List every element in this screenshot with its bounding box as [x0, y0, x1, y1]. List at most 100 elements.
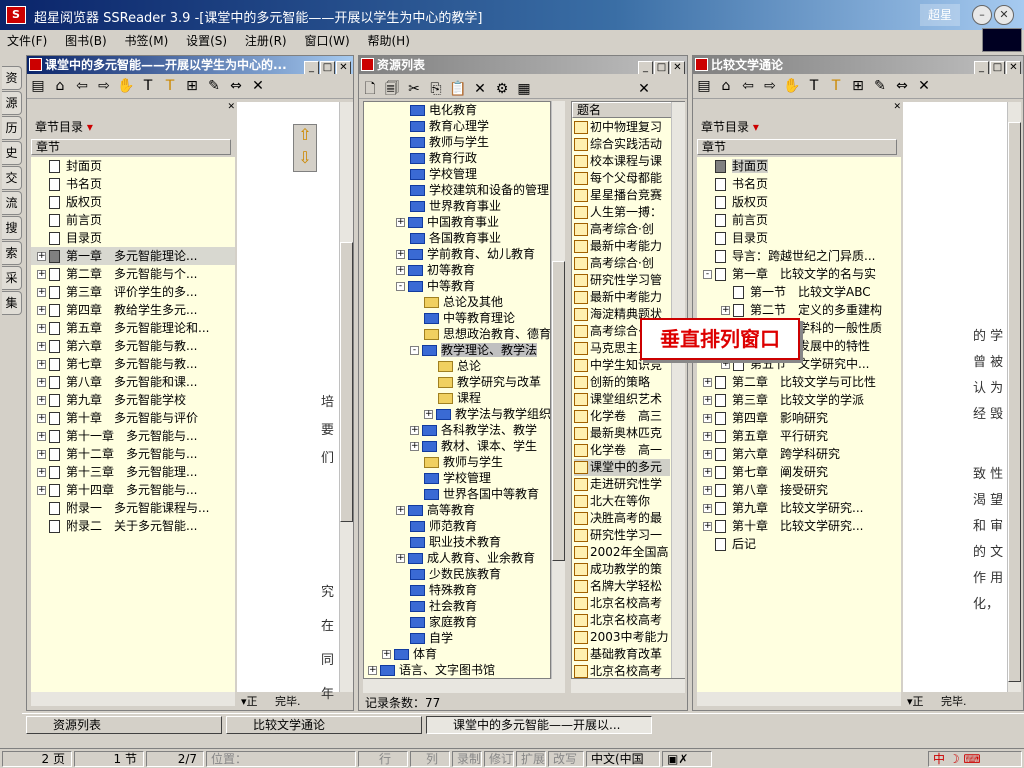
toc-item[interactable]: 附录一 多元智能课程与...: [31, 499, 235, 517]
expand-icon[interactable]: +: [410, 442, 419, 451]
close-button[interactable]: ✕: [670, 61, 685, 74]
toc-item[interactable]: 后记: [697, 535, 901, 553]
tree-vertical-scrollbar[interactable]: [551, 101, 565, 679]
book-list-item[interactable]: 课堂组织艺术: [574, 391, 670, 408]
toc-item[interactable]: 前言页: [697, 211, 901, 229]
close-button[interactable]: ✕: [1006, 61, 1021, 74]
vertical-scrollbar-3[interactable]: [1007, 102, 1021, 692]
toc-toggle-icon[interactable]: ▤: [29, 78, 47, 94]
book-list-item[interactable]: 高考综合·创: [574, 221, 670, 238]
category-item[interactable]: 学校管理: [364, 470, 550, 486]
category-item[interactable]: 课程: [364, 390, 550, 406]
book-list-item[interactable]: 最新中考能力: [574, 238, 670, 255]
expand-icon[interactable]: +: [396, 506, 405, 515]
expand-icon[interactable]: +: [37, 486, 46, 495]
resource-list-title[interactable]: 资源列表 _ □ ✕: [359, 56, 687, 74]
book-list-item[interactable]: 2003中考能力: [574, 629, 670, 646]
text-tool-icon[interactable]: T: [139, 78, 157, 94]
hand-tool-icon[interactable]: ✋: [117, 78, 135, 94]
toc-item[interactable]: + 第六章 跨学科研究: [697, 445, 901, 463]
bookmark-icon[interactable]: ✎: [205, 78, 223, 94]
text-select-icon[interactable]: T: [827, 78, 845, 94]
toc-item[interactable]: + 第三章 评价学生的多...: [31, 283, 235, 301]
list-horizontal-scrollbar[interactable]: [571, 679, 685, 693]
book-list-item[interactable]: 北京名校高考: [574, 663, 670, 680]
book-window-1-title[interactable]: 课堂中的多元智能——开展以学生为中心的... _ □ ✕: [27, 56, 353, 74]
paste-icon[interactable]: 📋: [449, 81, 467, 97]
tree-horizontal-scrollbar[interactable]: [363, 679, 565, 693]
expand-icon[interactable]: +: [37, 396, 46, 405]
category-item[interactable]: 总论及其他: [364, 294, 550, 310]
category-item[interactable]: 世界各国中等教育: [364, 486, 550, 502]
category-item[interactable]: 学校建筑和设备的管理: [364, 182, 550, 198]
toc-item[interactable]: 封面页: [31, 157, 235, 175]
book-list-item[interactable]: 北京名校高考: [574, 595, 670, 612]
expand-icon[interactable]: -: [410, 346, 419, 355]
toc-item[interactable]: 附录二 关于多元智能...: [31, 517, 235, 535]
expand-icon[interactable]: +: [703, 522, 712, 531]
toc-item[interactable]: + 第七章 阐发研究: [697, 463, 901, 481]
scroll-thumb[interactable]: [552, 261, 565, 561]
hand-tool-icon[interactable]: ✋: [783, 78, 801, 94]
book-list-item[interactable]: 校本课程与课: [574, 153, 670, 170]
toc-item[interactable]: + 第四章 教给学生多元...: [31, 301, 235, 319]
zoom-icon[interactable]: ⊞: [849, 78, 867, 94]
category-item[interactable]: 师范教育: [364, 518, 550, 534]
task-comparative-literature[interactable]: 比较文学通论: [226, 716, 422, 734]
book-list-item[interactable]: 研究性学习一: [574, 527, 670, 544]
toc-item[interactable]: + 第五章 平行研究: [697, 427, 901, 445]
expand-icon[interactable]: +: [703, 468, 712, 477]
expand-icon[interactable]: +: [703, 450, 712, 459]
side-tab-resource-2[interactable]: 源: [2, 91, 22, 115]
toc-item[interactable]: + 第三章 比较文学的学派: [697, 391, 901, 409]
book-list-item[interactable]: 创新的策略: [574, 374, 670, 391]
zoom-status-1[interactable]: ▾正 完毕.: [241, 693, 301, 709]
text-select-icon[interactable]: T: [161, 78, 179, 94]
minimize-button[interactable]: _: [974, 61, 989, 74]
expand-icon[interactable]: +: [703, 396, 712, 405]
expand-icon[interactable]: -: [396, 282, 405, 291]
book-list-item[interactable]: 课堂中的多元: [574, 459, 670, 476]
toc-dropdown[interactable]: 章节目录 ▾: [35, 118, 93, 135]
zoom-status-3[interactable]: ▾正 完毕.: [907, 693, 967, 709]
book-list-item[interactable]: 综合实践活动: [574, 136, 670, 153]
panel-close-icon[interactable]: ✕: [635, 81, 653, 97]
page-nav-icon[interactable]: ⇔: [227, 78, 245, 94]
expand-icon[interactable]: +: [396, 250, 405, 259]
toc-item[interactable]: 前言页: [31, 211, 235, 229]
new-icon[interactable]: 🗋: [361, 78, 379, 102]
book-list-item[interactable]: 北大在等你: [574, 493, 670, 510]
category-item[interactable]: + 成人教育、业余教育: [364, 550, 550, 566]
vertical-scrollbar-1[interactable]: [339, 102, 353, 692]
horizontal-scrollbar-3[interactable]: [697, 692, 901, 706]
book-list-item[interactable]: 最新奥林匹克: [574, 425, 670, 442]
category-item[interactable]: 教育心理学: [364, 118, 550, 134]
expand-icon[interactable]: +: [37, 342, 46, 351]
expand-icon[interactable]: +: [382, 650, 391, 659]
expand-icon[interactable]: +: [396, 218, 405, 227]
close-button[interactable]: ✕: [994, 5, 1014, 25]
category-item[interactable]: + 高等教育: [364, 502, 550, 518]
toc-item[interactable]: + 第二节 定义的多重建构: [697, 301, 901, 319]
view-icon[interactable]: ▦: [515, 81, 533, 97]
expand-icon[interactable]: +: [703, 432, 712, 441]
category-item[interactable]: + 语言、文字图书馆: [364, 662, 550, 678]
expand-icon[interactable]: +: [37, 306, 46, 315]
text-tool-icon[interactable]: T: [805, 78, 823, 94]
category-item[interactable]: 教师与学生: [364, 454, 550, 470]
toc-item[interactable]: + 第五章 多元智能理论和...: [31, 319, 235, 337]
expand-icon[interactable]: +: [396, 266, 405, 275]
toc-item[interactable]: + 第九章 比较文学研究...: [697, 499, 901, 517]
forward-icon[interactable]: ⇨: [761, 78, 779, 94]
expand-icon[interactable]: +: [37, 252, 46, 261]
book-list-item[interactable]: 名牌大学轻松: [574, 578, 670, 595]
expand-icon[interactable]: -: [703, 270, 712, 279]
expand-icon[interactable]: +: [396, 554, 405, 563]
minimize-button[interactable]: _: [304, 61, 319, 74]
toc-item[interactable]: + 第八章 接受研究: [697, 481, 901, 499]
category-item[interactable]: - 教学理论、教学法: [364, 342, 550, 358]
minimize-button[interactable]: _: [638, 61, 653, 74]
menu-help[interactable]: 帮助(H): [361, 30, 417, 51]
scroll-thumb[interactable]: [1008, 122, 1021, 682]
page-up-icon[interactable]: ⇧: [294, 125, 316, 148]
